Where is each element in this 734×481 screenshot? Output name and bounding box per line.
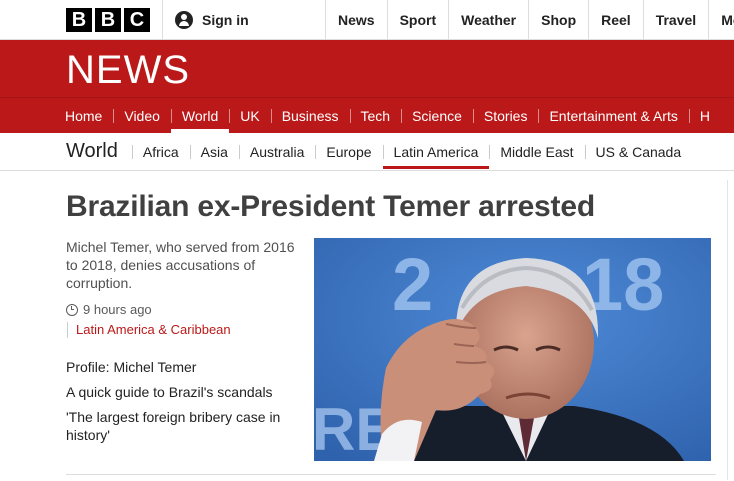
main-nav-world[interactable]: World: [170, 98, 230, 133]
article-summary: Michel Temer, who served from 2016 to 20…: [66, 239, 295, 291]
top-nav-news[interactable]: News: [325, 0, 387, 40]
sign-in-label: Sign in: [202, 12, 249, 28]
article-photo[interactable]: 2 18 RE: [314, 238, 711, 461]
section-title[interactable]: World: [66, 140, 118, 163]
sign-in-link[interactable]: Sign in: [162, 0, 249, 40]
world-sub-nav: World Africa Asia Australia Europe Latin…: [0, 133, 734, 171]
sub-nav-asia[interactable]: Asia: [189, 133, 239, 171]
main-nav-science[interactable]: Science: [401, 98, 473, 133]
bbc-logo[interactable]: B B C: [66, 8, 150, 32]
bbc-logo-letter: B: [95, 8, 121, 32]
bbc-logo-letter: B: [66, 8, 92, 32]
top-nav-sport[interactable]: Sport: [386, 0, 449, 40]
backdrop-digit: 2: [392, 243, 433, 326]
section-divider: [66, 474, 716, 475]
top-nav-shop[interactable]: Shop: [528, 0, 588, 40]
related-link[interactable]: Profile: Michel Temer: [66, 358, 306, 376]
main-nav-video[interactable]: Video: [113, 98, 171, 133]
bbc-logo-letter: C: [124, 8, 150, 32]
related-link[interactable]: A quick guide to Brazil's scandals: [66, 383, 306, 401]
main-nav-uk[interactable]: UK: [229, 98, 270, 133]
main-nav-business[interactable]: Business: [270, 98, 350, 133]
top-nav-more[interactable]: More: [708, 0, 734, 40]
top-nav-travel[interactable]: Travel: [642, 0, 708, 40]
news-wordmark[interactable]: NEWS: [66, 48, 190, 92]
article-headline[interactable]: Brazilian ex-President Temer arrested: [66, 190, 595, 224]
main-nav-health[interactable]: H: [688, 98, 721, 133]
sub-nav-africa[interactable]: Africa: [131, 133, 190, 171]
sub-nav-latin-america[interactable]: Latin America: [382, 133, 490, 171]
article-timestamp: 9 hours ago: [66, 302, 152, 317]
main-nav-stories[interactable]: Stories: [472, 98, 539, 133]
timestamp-text: 9 hours ago: [83, 302, 152, 317]
sub-nav-europe[interactable]: Europe: [315, 133, 382, 171]
user-icon: [175, 11, 193, 29]
column-divider: [727, 180, 728, 480]
main-nav-entertainment-arts[interactable]: Entertainment & Arts: [538, 98, 688, 133]
news-banner: NEWS: [0, 40, 734, 97]
top-nav: News Sport Weather Shop Reel Travel More: [325, 0, 734, 40]
bbc-top-bar: B B C Sign in News Sport Weather Shop Re…: [0, 0, 734, 40]
main-nav-home[interactable]: Home: [54, 98, 113, 133]
article-section-link[interactable]: Latin America & Caribbean: [67, 322, 231, 338]
main-nav-tech[interactable]: Tech: [349, 98, 402, 133]
related-link[interactable]: 'The largest foreign bribery case in his…: [66, 408, 306, 444]
temer-photo-illustration: 2 18 RE: [314, 238, 711, 461]
related-links: Profile: Michel Temer A quick guide to B…: [66, 358, 306, 451]
top-nav-reel[interactable]: Reel: [588, 0, 643, 40]
sub-nav-middle-east[interactable]: Middle East: [489, 133, 584, 171]
sub-nav-australia[interactable]: Australia: [238, 133, 315, 171]
clock-icon: [66, 303, 78, 316]
main-nav: Home Video World UK Business Tech Scienc…: [0, 97, 734, 133]
sub-nav-us-canada[interactable]: US & Canada: [584, 133, 693, 171]
top-nav-weather[interactable]: Weather: [448, 0, 528, 40]
